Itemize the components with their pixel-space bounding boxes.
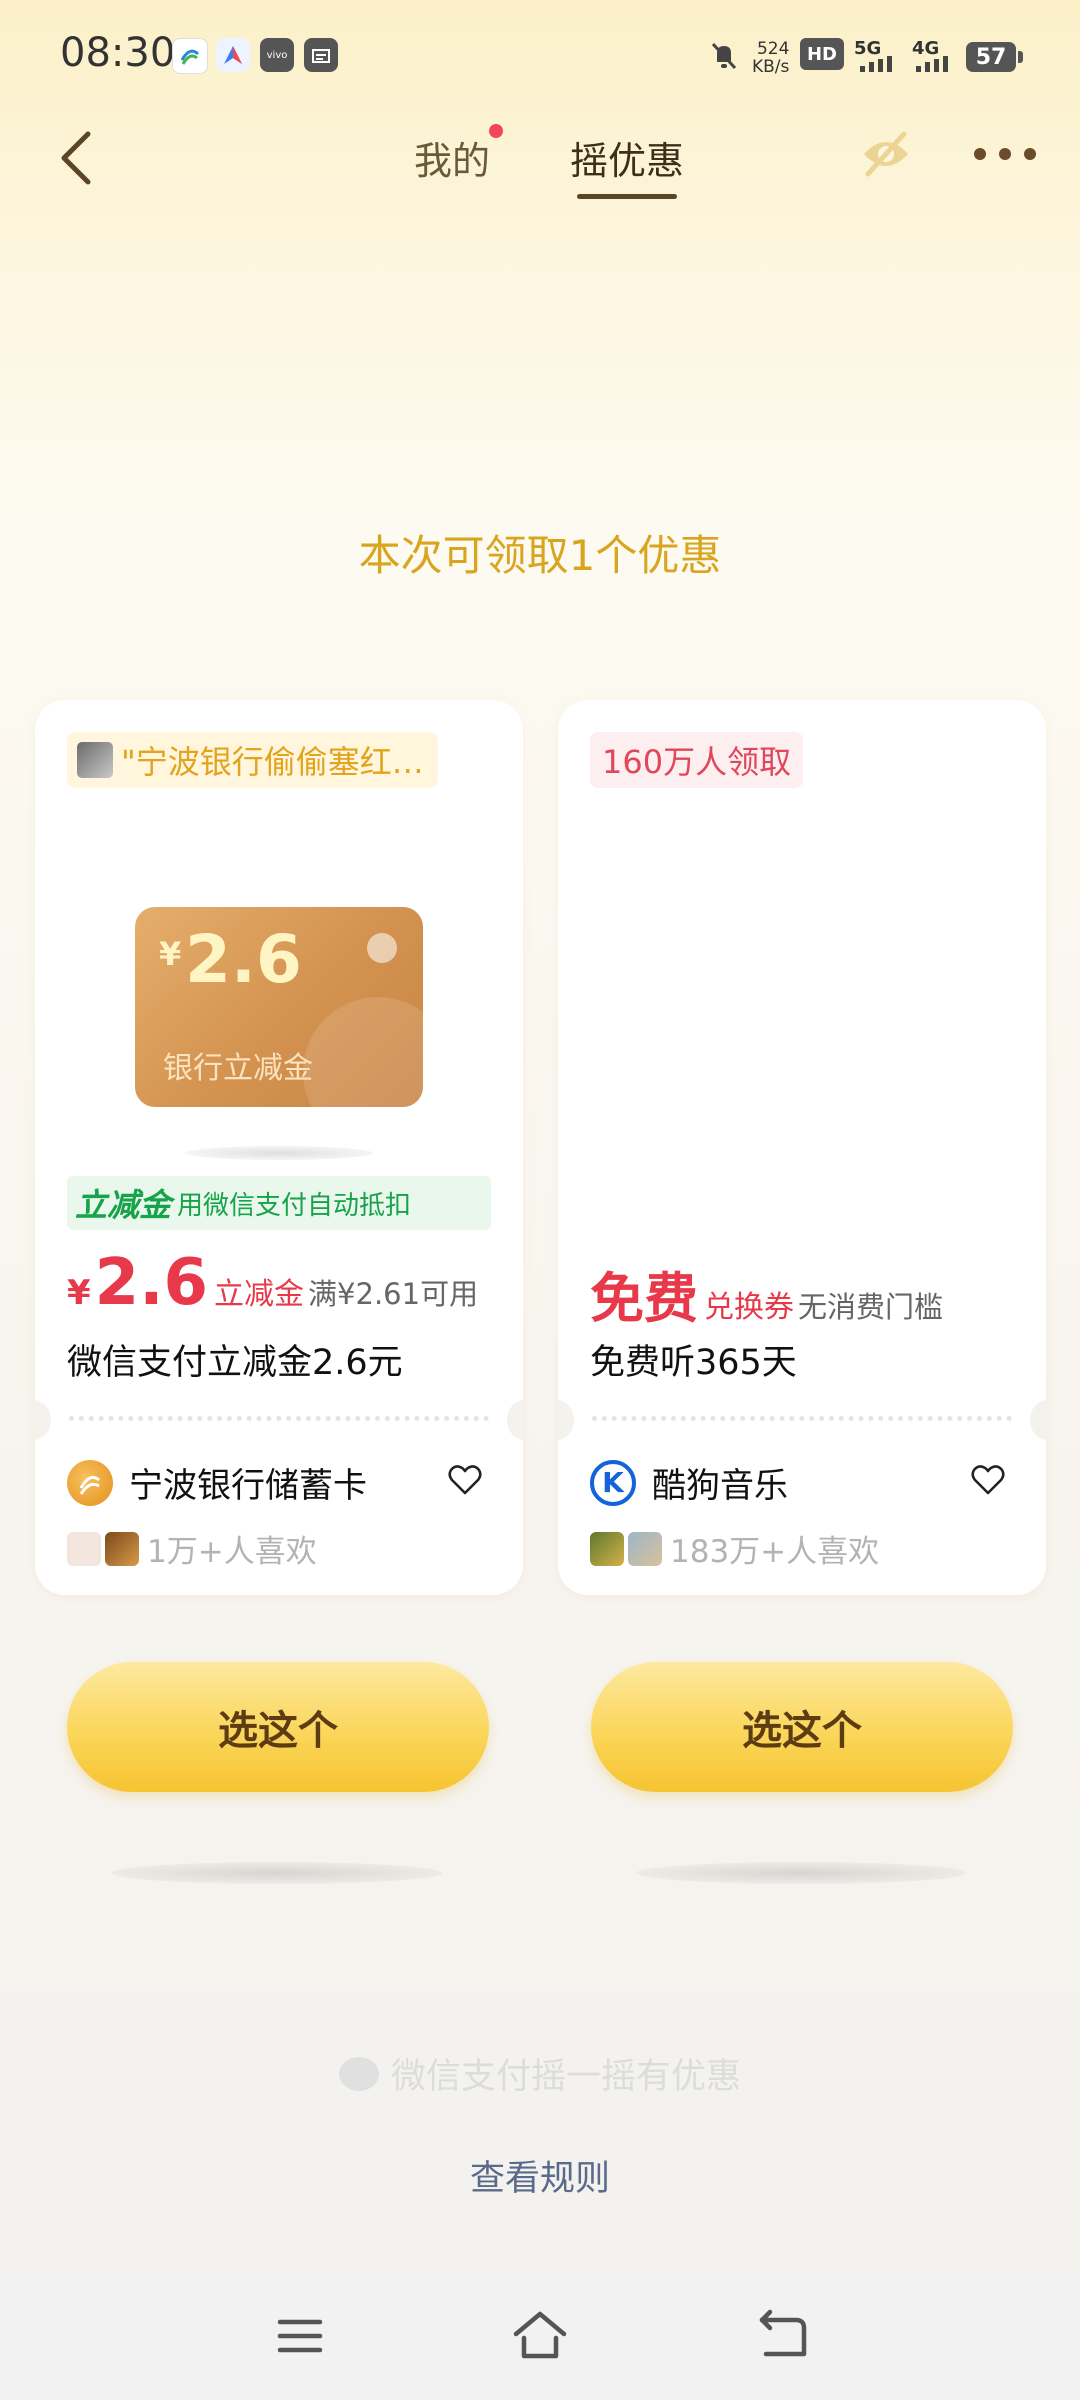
chevron-left-icon [61, 131, 91, 185]
coupon-image: ¥ 2.6 银行立减金 [135, 907, 423, 1107]
pick-this-button-1[interactable]: 选这个 [67, 1662, 489, 1792]
home-icon[interactable] [510, 2306, 570, 2366]
coupon-decoration [303, 997, 423, 1107]
card-tag: 160万人领取 [590, 732, 804, 788]
mute-icon [706, 38, 742, 74]
network-speed-value: 524 [756, 39, 790, 59]
calendar-icon [304, 38, 338, 72]
china-mobile-icon [172, 38, 208, 74]
offer-count-headline: 本次可领取1个优惠 [358, 531, 722, 580]
ningbo-bank-logo-icon [67, 1459, 113, 1506]
pick-this-button-2[interactable]: 选这个 [591, 1662, 1013, 1792]
signal-icon [858, 54, 904, 78]
price-condition: 无消费门槛 [798, 1290, 944, 1324]
hd-icon: HD [800, 38, 844, 70]
back-nav-icon[interactable] [752, 2306, 812, 2366]
wechat-pay-icon [338, 2056, 379, 2091]
avatar [105, 1531, 139, 1566]
coupon-amount: 2.6 [185, 921, 302, 998]
network-speed-unit: KB/s [752, 57, 790, 77]
avatar [628, 1531, 662, 1566]
card-notch-left [35, 1400, 51, 1440]
brand-name: 酷狗音乐 [652, 1466, 788, 1506]
offer-card-kugou[interactable]: 160万人领取 免费 兑换券 无消费门槛 免费听365天 K 酷狗音乐 183万… [558, 700, 1046, 1595]
kugou-logo-icon: K [590, 1459, 636, 1506]
likes-count: 1万+人喜欢 [147, 1534, 317, 1570]
coupon-shadow [185, 1146, 373, 1160]
dotted-divider [592, 1416, 1012, 1421]
bank-logo-icon [367, 933, 397, 963]
avatar [590, 1531, 624, 1566]
notification-dot [489, 124, 503, 138]
instant-discount-strip: 立减金 用微信支付自动抵扣 [67, 1176, 491, 1230]
footer-brand: 微信支付摇一摇有优惠 [0, 2048, 1080, 2099]
footer-brand-text: 微信支付摇一摇有优惠 [390, 2057, 741, 2097]
status-time: 08:30 [60, 30, 176, 76]
vivo-icon: vivo [260, 38, 294, 72]
bank-thumbnail-icon [77, 742, 113, 778]
eye-off-icon[interactable] [858, 126, 914, 182]
heart-icon[interactable] [970, 1464, 1006, 1496]
offer-card-bank[interactable]: "宁波银行偷偷塞红… ¥ 2.6 银行立减金 立减金 用微信支付自动抵扣 ¥ 2… [35, 700, 523, 1595]
heart-icon[interactable] [447, 1464, 483, 1496]
menu-icon[interactable] [270, 2306, 330, 2366]
browser-icon [216, 38, 250, 72]
back-button[interactable] [52, 128, 102, 188]
battery-icon: 57 [966, 42, 1023, 72]
signal-icon-2 [914, 54, 960, 78]
more-icon[interactable] [974, 142, 1036, 166]
likes-row: 1万+人喜欢 [67, 1526, 317, 1571]
card-title: 微信支付立减金2.6元 [67, 1343, 403, 1383]
brand-name: 宁波银行储蓄卡 [129, 1466, 367, 1506]
brand-row: K 酷狗音乐 [590, 1458, 788, 1507]
brand-row: 宁波银行储蓄卡 [67, 1458, 367, 1507]
price-condition: 满¥2.61可用 [308, 1277, 479, 1311]
likes-count: 183万+人喜欢 [670, 1534, 880, 1570]
price-value: 2.6 [94, 1246, 209, 1320]
card-notch-right [507, 1400, 523, 1440]
card-tag-text: "宁波银行偷偷塞红… [121, 743, 424, 781]
price-type: 立减金 [214, 1277, 305, 1312]
likes-row: 183万+人喜欢 [590, 1526, 879, 1571]
strip-title: 立减金 [75, 1186, 172, 1224]
coupon-yen: ¥ [159, 935, 182, 973]
price-type: 兑换券 [704, 1290, 794, 1325]
view-rules-link[interactable]: 查看规则 [0, 2150, 1080, 2201]
button-shadow [636, 1862, 966, 1884]
strip-desc: 用微信支付自动抵扣 [177, 1190, 412, 1221]
active-tab-indicator [577, 194, 677, 199]
card-tag: "宁波银行偷偷塞红… [67, 732, 438, 788]
price-currency: ¥ [67, 1273, 91, 1313]
network-speed: 524 KB/s [752, 40, 789, 76]
avatar [67, 1531, 101, 1566]
card-title: 免费听365天 [590, 1343, 797, 1383]
card-tag-text: 160万人领取 [602, 743, 792, 781]
dotted-divider [69, 1416, 489, 1421]
card-notch-left [558, 1400, 574, 1440]
card-notch-right [1030, 1400, 1046, 1440]
tab-shake-offers[interactable]: 摇优惠 [570, 130, 684, 185]
price-row: ¥ 2.6 立减金 满¥2.61可用 [67, 1246, 478, 1320]
price-value: 免费 [590, 1267, 698, 1330]
button-shadow [112, 1862, 442, 1884]
price-row: 免费 兑换券 无消费门槛 [590, 1254, 943, 1333]
tab-mine[interactable]: 我的 [414, 130, 490, 185]
coupon-label: 银行立减金 [163, 1051, 313, 1086]
